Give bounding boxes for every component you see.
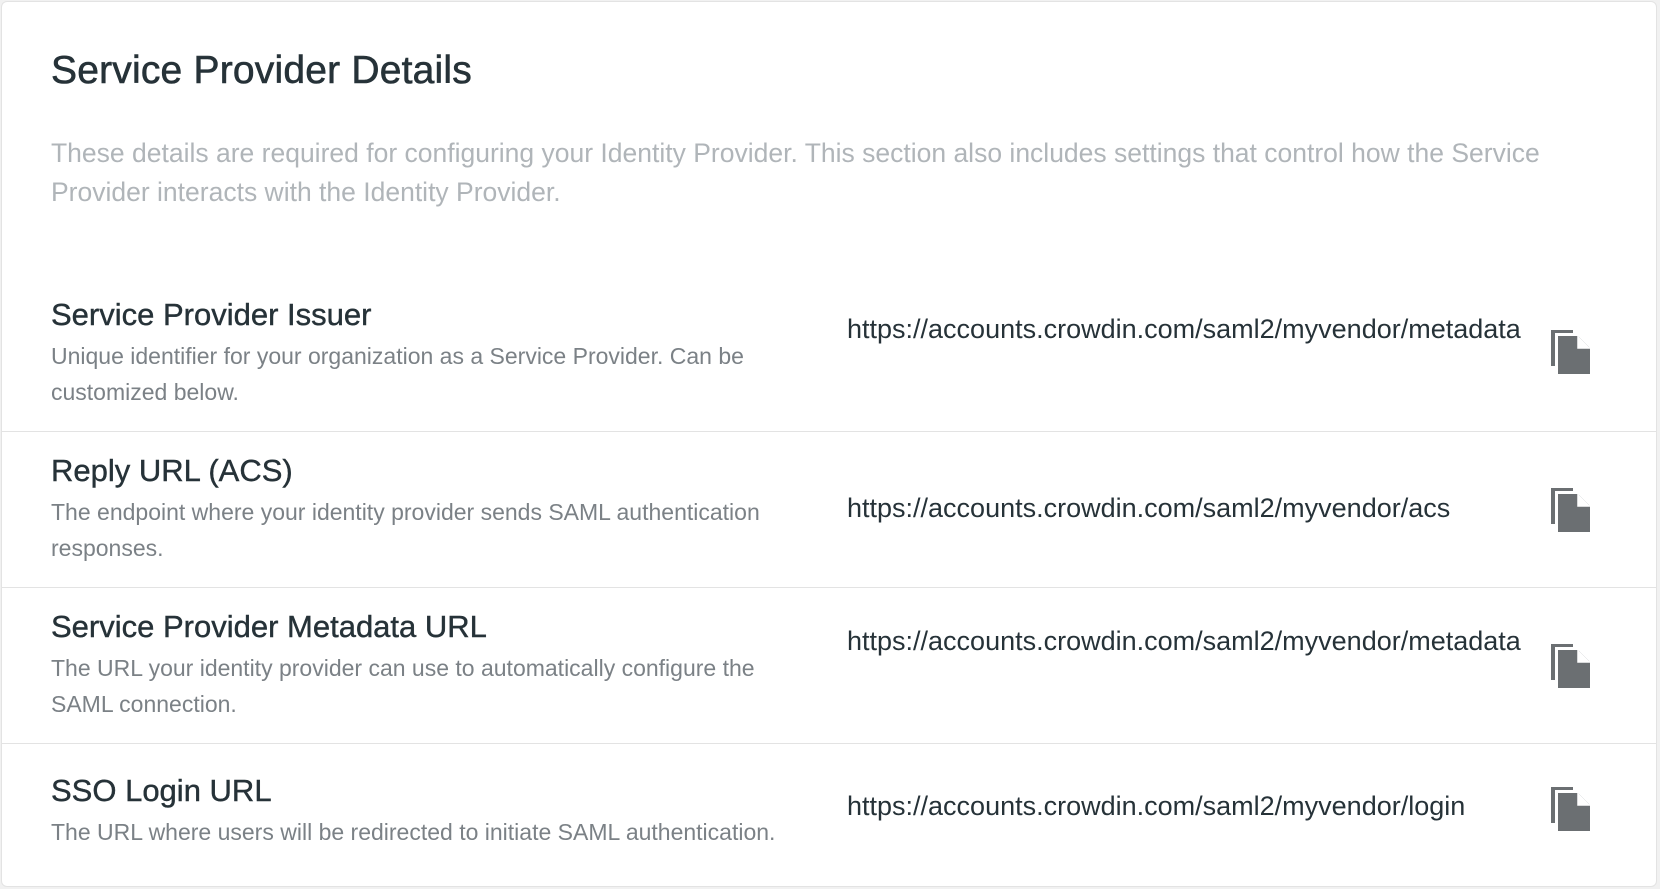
row-label-group: Service Provider Metadata URL The URL yo…: [51, 608, 821, 722]
row-label-group: Service Provider Issuer Unique identifie…: [51, 296, 821, 410]
copy-icon: [1551, 488, 1590, 532]
detail-row-reply-url: Reply URL (ACS) The endpoint where your …: [2, 432, 1656, 588]
section-description: These details are required for configuri…: [51, 138, 1540, 207]
copy-icon: [1551, 787, 1590, 831]
detail-row-sso-login-url: SSO Login URL The URL where users will b…: [2, 744, 1656, 886]
section-header: Service Provider Details These details a…: [2, 2, 1656, 276]
row-title: Service Provider Issuer: [51, 297, 372, 332]
row-title: Service Provider Metadata URL: [51, 609, 487, 644]
sso-login-url-value[interactable]: https://accounts.crowdin.com/saml2/myven…: [847, 788, 1537, 824]
row-title: SSO Login URL: [51, 773, 272, 808]
sp-issuer-value[interactable]: https://accounts.crowdin.com/saml2/myven…: [847, 311, 1537, 347]
copy-icon: [1551, 330, 1590, 374]
copy-icon: [1551, 644, 1590, 688]
copy-button[interactable]: [1547, 640, 1595, 690]
section-title: Service Provider Details: [51, 49, 472, 93]
row-description: The endpoint where your identity provide…: [51, 499, 760, 561]
copy-button[interactable]: [1547, 783, 1595, 833]
row-title: Reply URL (ACS): [51, 453, 293, 488]
row-label-group: SSO Login URL The URL where users will b…: [51, 772, 821, 850]
copy-button[interactable]: [1547, 326, 1595, 376]
detail-row-sp-metadata-url: Service Provider Metadata URL The URL yo…: [2, 588, 1656, 744]
service-provider-details-card: Service Provider Details These details a…: [1, 1, 1657, 887]
sp-metadata-url-value[interactable]: https://accounts.crowdin.com/saml2/myven…: [847, 623, 1537, 659]
row-description: The URL where users will be redirected t…: [51, 819, 776, 845]
row-description: Unique identifier for your organization …: [51, 343, 744, 405]
row-description: The URL your identity provider can use t…: [51, 655, 755, 717]
reply-url-value[interactable]: https://accounts.crowdin.com/saml2/myven…: [847, 490, 1537, 526]
copy-button[interactable]: [1547, 484, 1595, 534]
row-label-group: Reply URL (ACS) The endpoint where your …: [51, 452, 821, 566]
detail-row-sp-issuer: Service Provider Issuer Unique identifie…: [2, 276, 1656, 432]
